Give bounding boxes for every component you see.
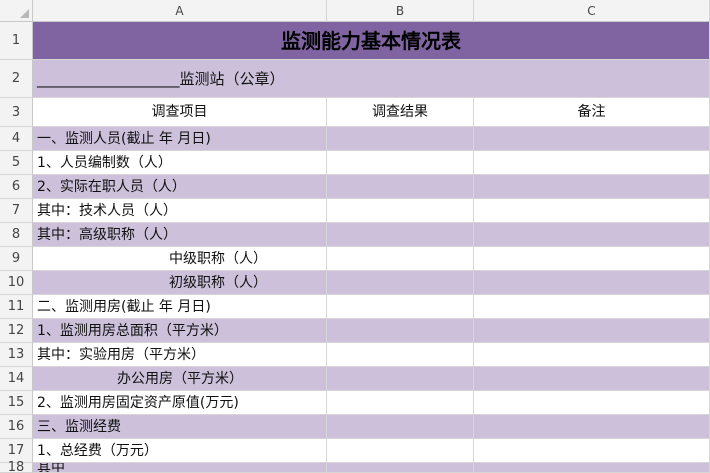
result-cell[interactable]: [327, 199, 474, 223]
note-cell[interactable]: [474, 223, 710, 247]
column-header-a[interactable]: A: [33, 0, 327, 22]
column-header-b[interactable]: B: [327, 0, 474, 22]
note-cell[interactable]: [474, 415, 710, 439]
item-cell[interactable]: 二、监测用房(截止 年 月日): [33, 295, 327, 319]
item-cell[interactable]: 初级职称（人）: [33, 271, 327, 295]
result-cell[interactable]: [327, 247, 474, 271]
note-cell[interactable]: [474, 175, 710, 199]
header-item[interactable]: 调查项目: [33, 98, 327, 127]
row-header-8[interactable]: 8: [0, 223, 33, 247]
item-cell[interactable]: 1、总经费（万元）: [33, 439, 327, 463]
result-cell[interactable]: [327, 463, 474, 473]
note-cell[interactable]: [474, 151, 710, 175]
result-cell[interactable]: [327, 223, 474, 247]
result-cell[interactable]: [327, 319, 474, 343]
result-cell[interactable]: [327, 415, 474, 439]
item-cell[interactable]: 办公用房（平方米）: [33, 367, 327, 391]
note-cell[interactable]: [474, 343, 710, 367]
spreadsheet: A B C 1 2 3 4 5 6 7 8 9 10 11 12 13 14 15 16 17 18 监测能力基本…: [0, 0, 710, 473]
item-cell[interactable]: 1、监测用房总面积（平方米）: [33, 319, 327, 343]
result-cell[interactable]: [327, 151, 474, 175]
note-cell[interactable]: [474, 319, 710, 343]
note-cell[interactable]: [474, 127, 710, 151]
row-header-15[interactable]: 15: [0, 391, 33, 415]
result-cell[interactable]: [327, 343, 474, 367]
result-cell[interactable]: [327, 271, 474, 295]
result-cell[interactable]: [327, 127, 474, 151]
row-header-16[interactable]: 16: [0, 415, 33, 439]
select-all-corner[interactable]: [0, 0, 33, 22]
item-cell[interactable]: 其中：实验用房（平方米）: [33, 343, 327, 367]
row-header-13[interactable]: 13: [0, 343, 33, 367]
sheet-title[interactable]: 监测能力基本情况表: [33, 22, 710, 60]
note-cell[interactable]: [474, 367, 710, 391]
note-cell[interactable]: [474, 247, 710, 271]
column-header-c[interactable]: C: [474, 0, 710, 22]
note-cell[interactable]: [474, 463, 710, 473]
item-cell[interactable]: 2、实际在职人员（人）: [33, 175, 327, 199]
result-cell[interactable]: [327, 175, 474, 199]
result-cell[interactable]: [327, 391, 474, 415]
row-header-4[interactable]: 4: [0, 127, 33, 151]
row-header-14[interactable]: 14: [0, 367, 33, 391]
result-cell[interactable]: [327, 439, 474, 463]
header-result[interactable]: 调查结果: [327, 98, 474, 127]
item-cell[interactable]: 1、人员编制数（人）: [33, 151, 327, 175]
row-header-9[interactable]: 9: [0, 247, 33, 271]
item-cell[interactable]: 其中：高级职称（人）: [33, 223, 327, 247]
item-cell[interactable]: 中级职称（人）: [33, 247, 327, 271]
note-cell[interactable]: [474, 295, 710, 319]
note-cell[interactable]: [474, 199, 710, 223]
note-cell[interactable]: [474, 271, 710, 295]
row-header-7[interactable]: 7: [0, 199, 33, 223]
item-cell[interactable]: 其中：技术人员（人）: [33, 199, 327, 223]
row-header-10[interactable]: 10: [0, 271, 33, 295]
row-header-3[interactable]: 3: [0, 98, 33, 127]
result-cell[interactable]: [327, 295, 474, 319]
row-header-12[interactable]: 12: [0, 319, 33, 343]
note-cell[interactable]: [474, 439, 710, 463]
item-cell[interactable]: 一、监测人员(截止 年 月日): [33, 127, 327, 151]
row-header-18[interactable]: 18: [0, 461, 33, 473]
station-name-cell[interactable]: ___________________监测站（公章）: [33, 60, 710, 98]
result-cell[interactable]: [327, 367, 474, 391]
row-header-1[interactable]: 1: [0, 22, 33, 60]
row-header-11[interactable]: 11: [0, 295, 33, 319]
row-header-2[interactable]: 2: [0, 60, 33, 98]
item-cell[interactable]: 三、监测经费: [33, 415, 327, 439]
note-cell[interactable]: [474, 391, 710, 415]
select-all-icon: [20, 9, 29, 18]
row-header-6[interactable]: 6: [0, 175, 33, 199]
header-note[interactable]: 备注: [474, 98, 710, 127]
row-header-5[interactable]: 5: [0, 151, 33, 175]
item-cell[interactable]: 2、监测用房固定资产原值(万元): [33, 391, 327, 415]
item-cell[interactable]: 其中: [33, 463, 327, 473]
